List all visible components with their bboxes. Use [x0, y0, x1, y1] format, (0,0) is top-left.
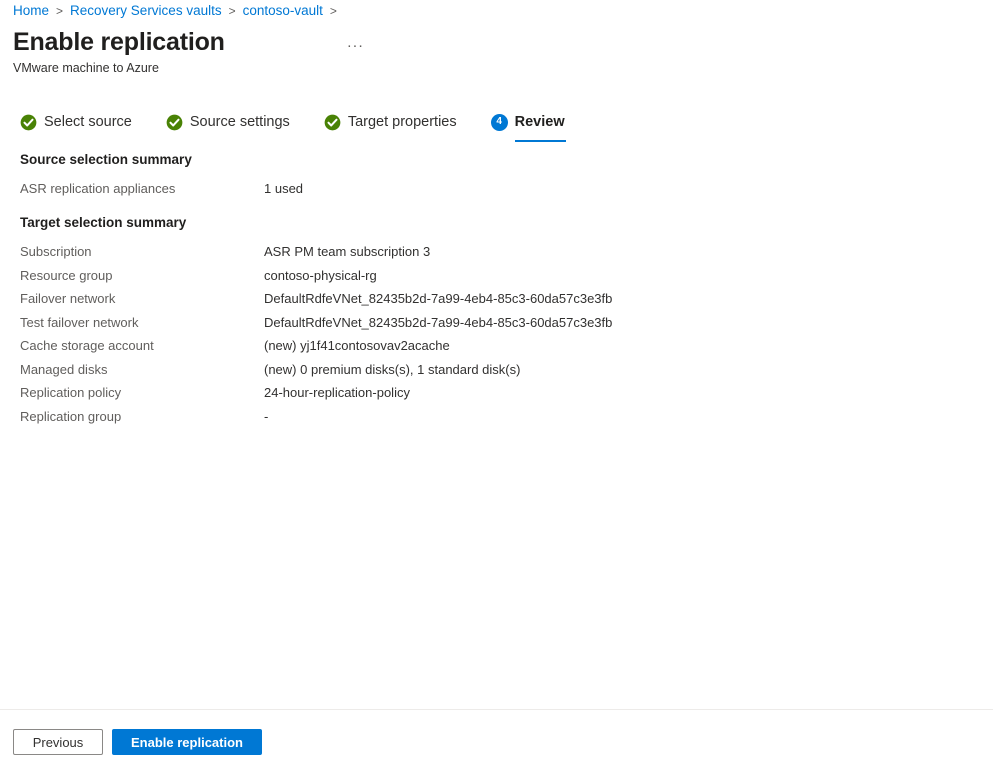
summary-row: Managed disks (new) 0 premium disks(s), … [20, 361, 612, 385]
wizard-steps: Select source Source settings Target pro… [20, 109, 566, 142]
summary-row: Resource group contoso-physical-rg [20, 267, 612, 291]
page-subtitle: VMware machine to Azure [13, 61, 159, 75]
breadcrumb-separator-icon: > [228, 4, 236, 18]
tab-target-properties[interactable]: Target properties [324, 109, 457, 135]
summary-value: DefaultRdfeVNet_82435b2d-7a99-4eb4-85c3-… [264, 291, 613, 306]
source-selection-summary-section: Source selection summary ASR replication… [20, 151, 303, 204]
summary-value: 1 used [264, 181, 304, 196]
enable-replication-button[interactable]: Enable replication [112, 729, 262, 755]
summary-row: Subscription ASR PM team subscription 3 [20, 243, 612, 267]
summary-key: Replication policy [20, 385, 122, 400]
previous-button[interactable]: Previous [13, 729, 103, 755]
section-title: Source selection summary [20, 152, 192, 167]
summary-row: Failover network DefaultRdfeVNet_82435b2… [20, 290, 612, 314]
summary-key: Replication group [20, 408, 122, 424]
summary-key: ASR replication appliances [20, 181, 176, 196]
section-title: Target selection summary [20, 215, 187, 230]
summary-key: Cache storage account [20, 338, 154, 353]
tab-review[interactable]: 4 Review [490, 109, 566, 142]
summary-key: Resource group [20, 267, 113, 283]
summary-row: Replication group - [20, 408, 612, 432]
breadcrumb-item-contoso-vault[interactable]: contoso-vault [243, 2, 323, 20]
step-number-badge: 4 [490, 113, 508, 131]
breadcrumb-separator-icon: > [56, 4, 64, 18]
target-selection-summary-section: Target selection summary Subscription AS… [20, 214, 612, 431]
footer-divider [0, 709, 993, 710]
footer-actions: Previous Enable replication [13, 729, 262, 755]
breadcrumb: Home > Recovery Services vaults > contos… [13, 2, 344, 20]
summary-key: Test failover network [20, 314, 139, 330]
summary-key: Subscription [20, 244, 92, 259]
tab-label: Review [514, 114, 565, 130]
summary-value: (new) yj1f41contosovav2acache [264, 338, 450, 353]
summary-row: Cache storage account (new) yj1f41contos… [20, 337, 612, 361]
check-circle-icon [166, 114, 183, 130]
tab-label: Select source [44, 114, 132, 130]
tab-select-source[interactable]: Select source [20, 109, 132, 135]
breadcrumb-item-home[interactable]: Home [13, 2, 49, 20]
summary-row: Test failover network DefaultRdfeVNet_82… [20, 314, 612, 338]
page-title: Enable replication [13, 28, 225, 56]
more-options-icon[interactable]: ... [343, 31, 369, 53]
breadcrumb-separator-icon: > [329, 4, 337, 18]
tab-label: Source settings [189, 114, 290, 130]
summary-key: Failover network [20, 291, 116, 306]
summary-value: contoso-physical-rg [264, 267, 377, 283]
summary-value: (new) 0 premium disks(s), 1 standard dis… [264, 361, 521, 377]
summary-key: Managed disks [20, 361, 108, 377]
summary-value: DefaultRdfeVNet_82435b2d-7a99-4eb4-85c3-… [264, 314, 613, 330]
check-circle-icon [324, 114, 341, 130]
page-header: Enable replication ... [13, 26, 369, 58]
summary-value: ASR PM team subscription 3 [264, 244, 431, 259]
summary-value: 24-hour-replication-policy [264, 385, 410, 400]
tab-source-settings[interactable]: Source settings [166, 109, 290, 135]
summary-row: ASR replication appliances 1 used [20, 180, 303, 204]
tab-label: Target properties [347, 114, 457, 130]
summary-row: Replication policy 24-hour-replication-p… [20, 384, 612, 408]
breadcrumb-item-recovery-services-vaults[interactable]: Recovery Services vaults [70, 2, 222, 20]
summary-value: - [264, 408, 269, 424]
check-circle-icon [20, 114, 37, 130]
